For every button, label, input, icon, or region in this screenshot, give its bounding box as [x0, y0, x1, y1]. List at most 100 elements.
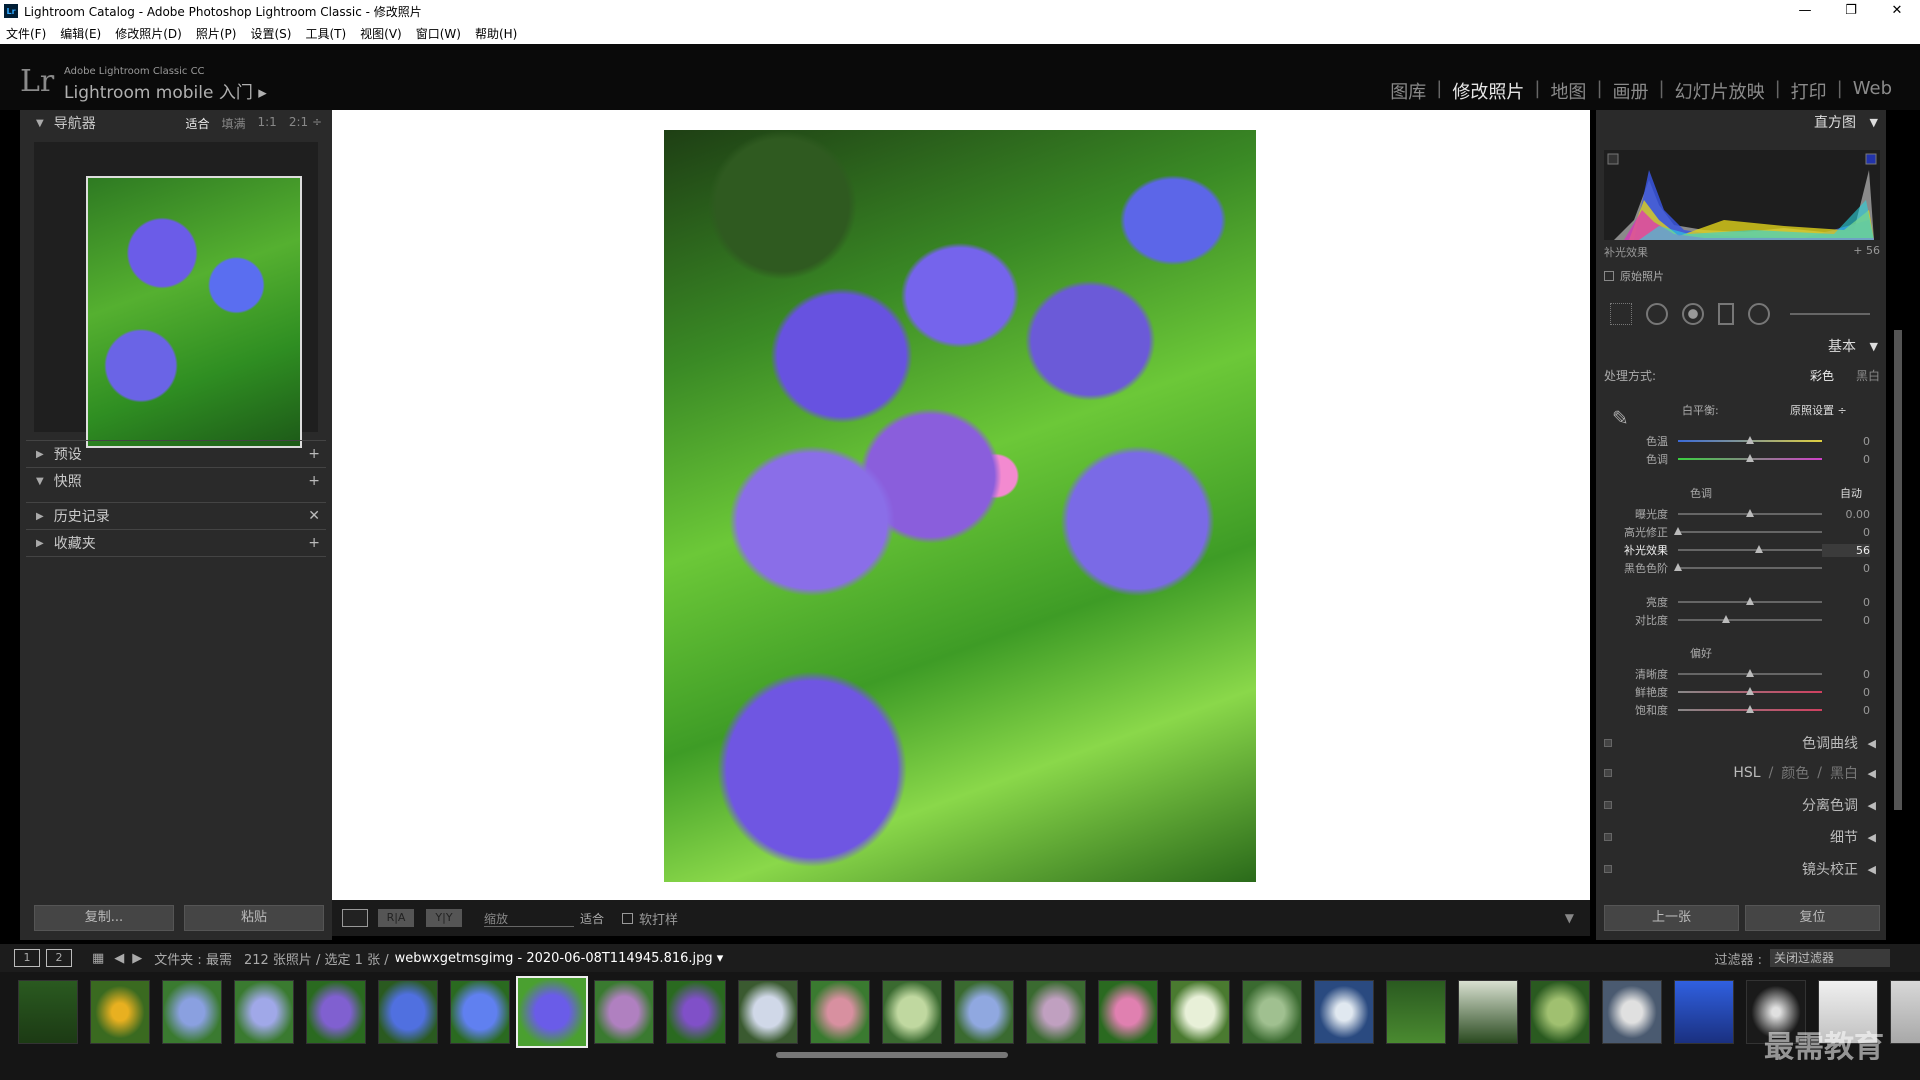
add-snapshot-icon[interactable]: + — [308, 473, 320, 489]
module-library[interactable]: 图库 — [1380, 78, 1436, 104]
slider-knob[interactable] — [1746, 669, 1754, 677]
treatment-bw-option[interactable]: 黑白 — [1856, 367, 1880, 384]
filmstrip-thumbnail[interactable] — [1314, 980, 1374, 1044]
filmstrip-thumbnail[interactable] — [1458, 980, 1518, 1044]
nav-2to1[interactable]: 2:1 ÷ — [289, 115, 322, 132]
slider-row[interactable]: 亮度 0 — [1604, 593, 1880, 611]
slider-knob[interactable] — [1674, 527, 1682, 535]
slider-track[interactable] — [1674, 563, 1822, 571]
snapshots-header[interactable]: ▼ 快照 + — [20, 468, 332, 494]
expand-triangle-icon[interactable]: ◀ — [1868, 831, 1876, 844]
tone-curve-header[interactable]: 色调曲线 ◀ — [1604, 732, 1880, 754]
clear-history-icon[interactable]: ✕ — [308, 508, 320, 524]
slider-value[interactable]: 0 — [1822, 614, 1870, 627]
primary-window-button[interactable]: 1 — [14, 949, 40, 967]
module-slideshow[interactable]: 幻灯片放映 — [1665, 78, 1775, 104]
secondary-window-button[interactable]: 2 — [46, 949, 72, 967]
original-photo-checkbox[interactable] — [1604, 271, 1614, 281]
expand-triangle-icon[interactable]: ▶ — [36, 449, 44, 460]
menu-view[interactable]: 视图(V) — [360, 25, 402, 42]
slider-value[interactable]: 0 — [1822, 435, 1870, 448]
previous-button[interactable]: 上一张 — [1604, 905, 1739, 931]
slider-value[interactable]: 56 — [1822, 543, 1870, 557]
slider-track[interactable] — [1678, 705, 1822, 713]
panel-switch-icon[interactable] — [1604, 833, 1612, 841]
slider-value[interactable]: 0 — [1822, 686, 1870, 699]
filmstrip-scrollbar[interactable] — [776, 1052, 1008, 1058]
graduated-filter-tool-icon[interactable] — [1718, 303, 1734, 325]
expand-triangle-icon[interactable]: ◀ — [1868, 737, 1876, 750]
menu-edit[interactable]: 编辑(E) — [60, 25, 101, 42]
slider-knob[interactable] — [1746, 687, 1754, 695]
slider-value[interactable]: 0 — [1822, 704, 1870, 717]
grid-view-icon[interactable]: ▦ — [92, 951, 104, 966]
slider-row[interactable]: 饱和度 0 — [1604, 701, 1880, 719]
slider-value[interactable]: 0 — [1822, 668, 1870, 681]
filmstrip-thumbnail[interactable] — [1602, 980, 1662, 1044]
slider-knob[interactable] — [1746, 705, 1754, 713]
filmstrip-thumbnail[interactable] — [1026, 980, 1086, 1044]
slider-value[interactable]: 0 — [1822, 526, 1870, 539]
menu-window[interactable]: 窗口(W) — [416, 25, 461, 42]
filmstrip-thumbnail[interactable] — [1890, 980, 1920, 1044]
color-title[interactable]: 颜色 — [1781, 763, 1809, 783]
redeye-tool-icon[interactable] — [1682, 303, 1704, 325]
filmstrip-thumbnail[interactable] — [18, 980, 78, 1044]
zoom-slider[interactable] — [484, 925, 574, 927]
slider-row[interactable]: 高光修正 0 — [1604, 523, 1880, 541]
toolbar-menu-icon[interactable]: ▼ — [1565, 911, 1574, 925]
filmstrip-thumbnail[interactable] — [1242, 980, 1302, 1044]
basic-header[interactable]: 基本 ▼ — [1596, 336, 1886, 358]
slider-knob[interactable] — [1746, 436, 1754, 444]
filmstrip-thumbnail[interactable] — [1098, 980, 1158, 1044]
panel-switch-icon[interactable] — [1604, 769, 1612, 777]
slider-track[interactable] — [1674, 527, 1822, 535]
history-header[interactable]: ▶ 历史记录 ✕ — [20, 503, 332, 529]
filmstrip-thumbnail[interactable] — [882, 980, 942, 1044]
expand-triangle-icon[interactable]: ▶ — [36, 538, 44, 549]
split-toning-header[interactable]: 分离色调 ◀ — [1604, 794, 1880, 816]
treatment-color-option[interactable]: 彩色 — [1810, 367, 1834, 384]
slider-track[interactable] — [1678, 454, 1822, 462]
slider-knob[interactable] — [1721, 615, 1730, 623]
expand-triangle-icon[interactable]: ◀ — [1868, 799, 1876, 812]
slider-row[interactable]: 补光效果 56 — [1604, 541, 1880, 559]
collections-header[interactable]: ▶ 收藏夹 + — [20, 530, 332, 556]
paste-settings-button[interactable]: 粘贴 — [184, 905, 324, 931]
presets-header[interactable]: ▶ 预设 + — [20, 441, 332, 467]
restore-icon[interactable]: ❐ — [1828, 0, 1874, 22]
navigator-header[interactable]: ▼ 导航器 适合 填满 1:1 2:1 ÷ — [20, 110, 332, 136]
menu-develop[interactable]: 修改照片(D) — [115, 25, 182, 42]
slider-knob[interactable] — [1674, 563, 1682, 571]
filmstrip-thumbnail[interactable] — [954, 980, 1014, 1044]
slider-track[interactable] — [1678, 615, 1822, 623]
collapse-triangle-icon[interactable]: ▼ — [1870, 110, 1878, 136]
slider-knob[interactable] — [1746, 509, 1754, 517]
slider-value[interactable]: 0 — [1822, 562, 1870, 575]
slider-track[interactable] — [1678, 436, 1822, 444]
histogram-header[interactable]: 直方图 ▼ — [1596, 110, 1886, 136]
slider-value[interactable]: 0 — [1822, 596, 1870, 609]
identity-mobile-link[interactable]: Lightroom mobile 入门 ▸ — [64, 78, 267, 103]
module-print[interactable]: 打印 — [1781, 78, 1837, 104]
menu-settings[interactable]: 设置(S) — [250, 25, 291, 42]
crop-tool-icon[interactable] — [1610, 303, 1632, 325]
eyedropper-icon[interactable]: ✎ — [1612, 406, 1629, 430]
main-photo[interactable] — [664, 130, 1256, 882]
navigator-thumbnail[interactable] — [86, 176, 302, 448]
menu-tools[interactable]: 工具(T) — [305, 25, 346, 42]
module-book[interactable]: 画册 — [1603, 78, 1659, 104]
white-balance-select[interactable]: 原照设置 ÷ — [1790, 402, 1847, 418]
filter-select[interactable]: 关闭过滤器 — [1770, 949, 1890, 967]
expand-triangle-icon[interactable]: ◀ — [1868, 863, 1876, 876]
folder-source[interactable]: 文件夹 : 最需 — [154, 949, 232, 968]
expand-triangle-icon[interactable]: ▶ — [36, 511, 44, 522]
nav-1to1[interactable]: 1:1 — [258, 115, 277, 132]
slider-track[interactable] — [1678, 545, 1822, 553]
collapse-triangle-icon[interactable]: ▼ — [1870, 336, 1878, 358]
slider-row[interactable]: 色调 0 — [1604, 450, 1880, 468]
detail-header[interactable]: 细节 ◀ — [1604, 826, 1880, 848]
right-panel-scrollbar[interactable] — [1894, 330, 1902, 810]
filmstrip-thumbnail[interactable] — [306, 980, 366, 1044]
filmstrip-thumbnail[interactable] — [666, 980, 726, 1044]
